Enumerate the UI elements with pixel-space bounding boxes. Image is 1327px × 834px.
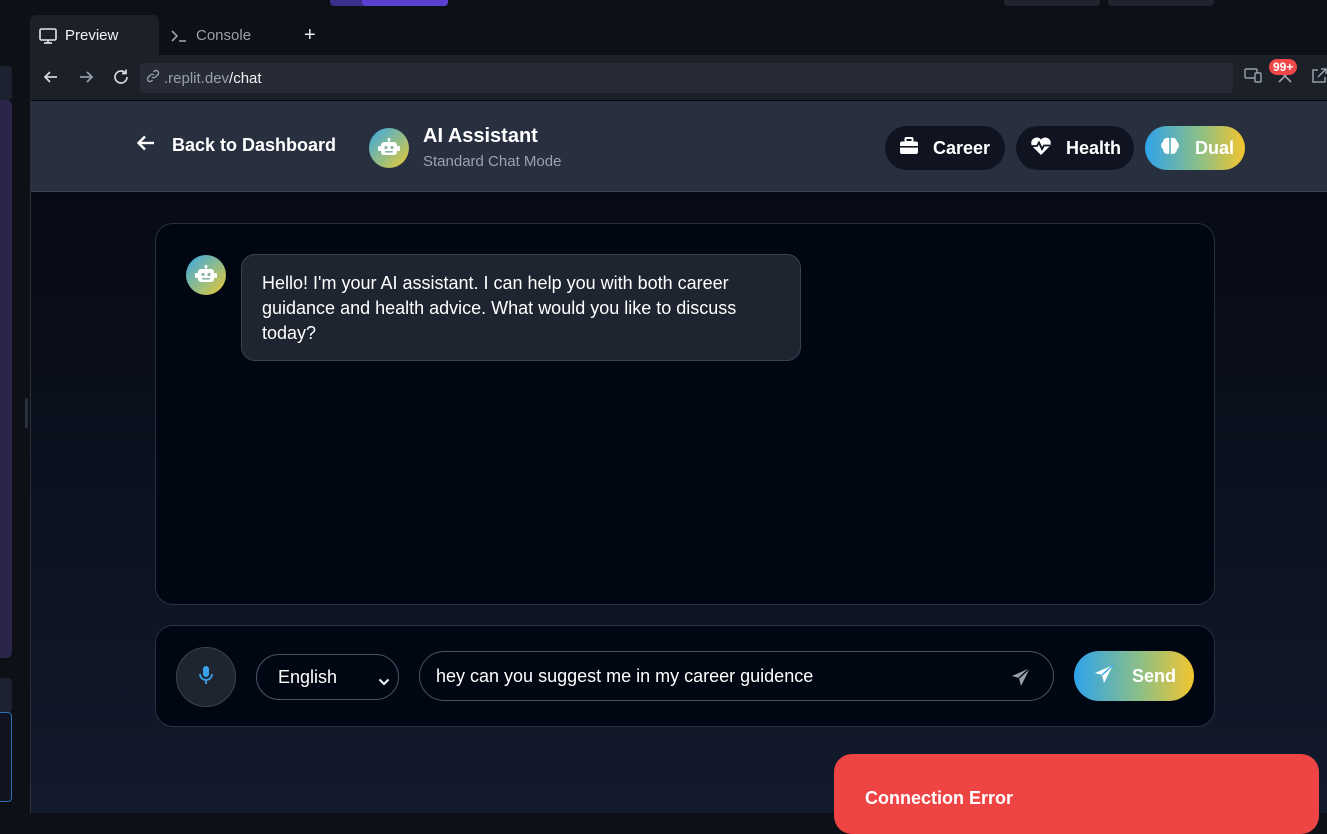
reload-icon[interactable] bbox=[110, 66, 132, 88]
language-value: English bbox=[278, 666, 338, 687]
microphone-icon bbox=[198, 665, 214, 690]
devices-icon[interactable] bbox=[1244, 67, 1262, 88]
message-input[interactable]: hey can you suggest me in my career guid… bbox=[419, 651, 1054, 701]
mode-label: Dual bbox=[1195, 137, 1235, 158]
left-pane-tab[interactable] bbox=[0, 66, 12, 100]
paper-plane-icon bbox=[1094, 663, 1114, 689]
chat-message-list[interactable]: Hello! I'm your AI assistant. I can help… bbox=[155, 223, 1215, 605]
top-run-button-highlight bbox=[362, 0, 448, 6]
pane-resize-handle[interactable] bbox=[25, 398, 28, 428]
page-subtitle: Standard Chat Mode bbox=[423, 153, 562, 170]
forward-arrow-icon[interactable] bbox=[75, 66, 97, 88]
top-bar-button[interactable] bbox=[1004, 0, 1100, 6]
page-title: AI Assistant bbox=[423, 125, 538, 147]
back-label: Back to Dashboard bbox=[172, 135, 337, 155]
send-button[interactable]: Send bbox=[1074, 651, 1194, 701]
error-toast[interactable]: Connection Error bbox=[834, 754, 1319, 834]
add-tab-button[interactable]: + bbox=[300, 15, 324, 56]
tab-preview[interactable]: Preview bbox=[30, 15, 159, 56]
tab-label: Console bbox=[196, 27, 252, 44]
microphone-button[interactable] bbox=[176, 647, 236, 707]
url-domain: .replit.dev bbox=[164, 69, 230, 87]
health-mode-button[interactable]: Health bbox=[1016, 126, 1134, 170]
tab-console[interactable]: Console bbox=[161, 15, 290, 56]
back-arrow-icon[interactable] bbox=[40, 66, 62, 88]
url-field[interactable]: .replit.dev/chat bbox=[140, 63, 1233, 93]
paper-plane-icon[interactable] bbox=[1011, 667, 1031, 692]
monitor-icon bbox=[39, 27, 57, 44]
address-bar: .replit.dev/chat 99+ bbox=[30, 56, 1327, 100]
left-pane bbox=[0, 100, 12, 658]
chat-header: Back to Dashboard AI Assistant Standard … bbox=[31, 101, 1327, 192]
left-pane-tab[interactable] bbox=[0, 678, 12, 712]
message-input-value: hey can you suggest me in my career guid… bbox=[436, 665, 814, 686]
open-external-icon[interactable] bbox=[1310, 67, 1327, 90]
terminal-icon bbox=[170, 29, 188, 43]
arrow-left-icon bbox=[136, 134, 156, 157]
tab-label: Preview bbox=[65, 27, 119, 44]
left-pane-input[interactable] bbox=[0, 712, 12, 802]
language-select[interactable]: English bbox=[256, 654, 399, 700]
top-bar-button[interactable] bbox=[1108, 0, 1214, 6]
heart-pulse-icon bbox=[1030, 136, 1052, 161]
chevron-down-icon bbox=[378, 671, 390, 692]
assistant-message-bubble: Hello! I'm your AI assistant. I can help… bbox=[241, 254, 801, 361]
toast-title: Connection Error bbox=[865, 788, 1014, 808]
notification-badge: 99+ bbox=[1269, 59, 1298, 75]
mode-label: Health bbox=[1066, 137, 1122, 158]
career-mode-button[interactable]: Career bbox=[885, 126, 1005, 170]
url-path: /chat bbox=[229, 69, 262, 87]
message-composer: English hey can you suggest me in my car… bbox=[155, 625, 1215, 727]
briefcase-icon bbox=[899, 136, 919, 160]
send-label: Send bbox=[1132, 665, 1177, 686]
mode-label: Career bbox=[933, 137, 991, 158]
dual-mode-button[interactable]: Dual bbox=[1145, 126, 1245, 170]
plus-icon: + bbox=[304, 24, 316, 46]
workspace-tab-bar: Preview Console + bbox=[30, 15, 1327, 56]
robot-icon bbox=[186, 255, 226, 295]
link-icon bbox=[146, 69, 160, 87]
back-to-dashboard-link[interactable]: Back to Dashboard bbox=[136, 134, 336, 157]
robot-icon bbox=[369, 128, 409, 168]
brain-icon bbox=[1159, 136, 1181, 161]
